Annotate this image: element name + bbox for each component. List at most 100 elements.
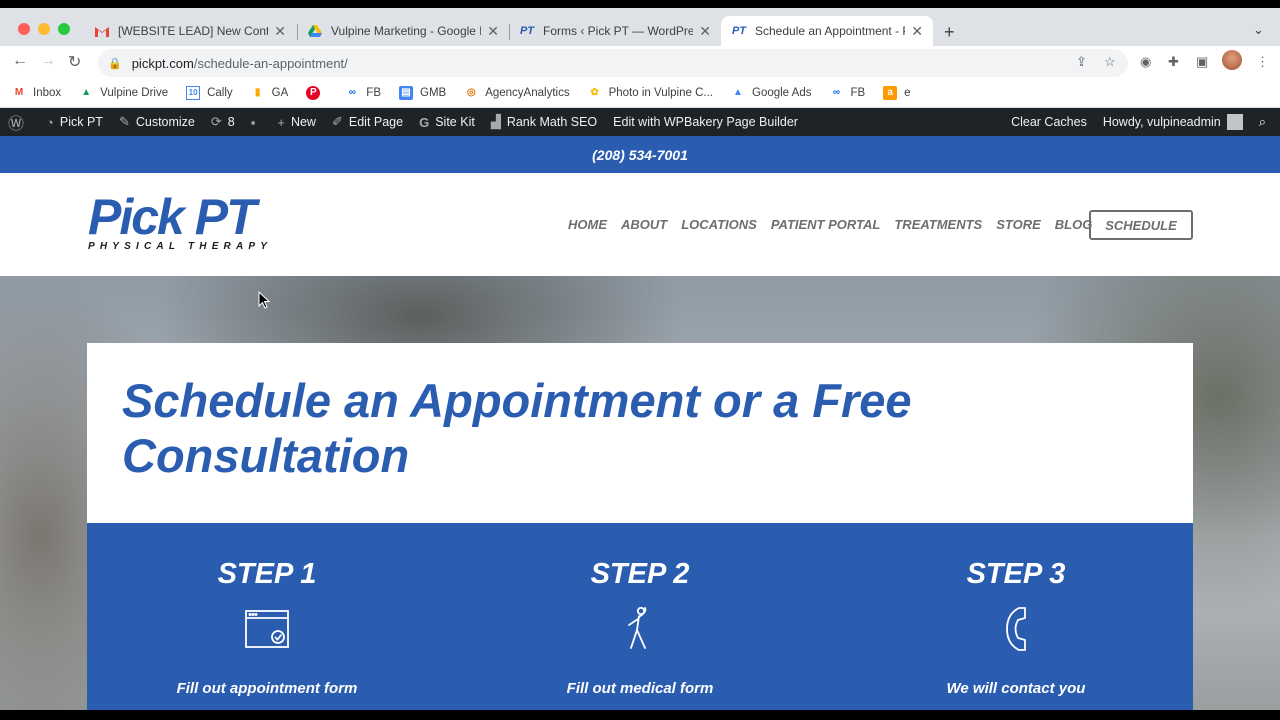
wp-rankmath-link[interactable]: ▟ Rank Math SEO (483, 114, 605, 130)
extensions-icon[interactable]: ✚ (1168, 54, 1179, 70)
browser-tab[interactable]: PT Forms ‹ Pick PT — WordPress ✕ (509, 16, 721, 46)
wp-sitekit-label: Site Kit (435, 115, 475, 129)
gmb-icon: ▤ (399, 85, 413, 100)
share-icon[interactable]: ⇪ (1076, 54, 1087, 70)
site-logo[interactable]: Pick PT PHYSICAL THERAPY (88, 191, 272, 252)
wp-updates-link[interactable]: ⟳ 8 (203, 114, 243, 130)
bookmarks-bar: M Inbox ▲ Vulpine Drive 10 Cally ▮ GA P ∞ FB … (0, 78, 1280, 108)
bookmark-label: Google Ads (752, 86, 812, 99)
close-tab-icon[interactable]: ✕ (911, 23, 923, 40)
wp-wpbakery-link[interactable]: Edit with WPBakery Page Builder (605, 115, 806, 129)
browser-tab[interactable]: [WEBSITE LEAD] New Contact ✕ (84, 16, 296, 46)
bookmark-item[interactable]: ▲ Google Ads (731, 86, 811, 100)
bookmark-item[interactable]: ▮ GA (251, 86, 289, 100)
bookmark-item[interactable]: 10 Cally (186, 85, 233, 100)
bookmark-item[interactable]: ▲ Vulpine Drive (79, 86, 168, 100)
comment-icon: ▪ (250, 114, 256, 130)
minimize-window-button[interactable] (38, 23, 50, 35)
plus-icon: + (277, 114, 285, 130)
nav-item-treatments[interactable]: TREATMENTS (894, 217, 982, 232)
meta-icon: ∞ (348, 87, 356, 98)
wp-new-label: New (290, 115, 316, 129)
gmail-icon (94, 23, 110, 39)
bookmark-item[interactable]: P (306, 85, 327, 100)
sidepanel-icon[interactable]: ▣ (1196, 54, 1208, 70)
nav-item-patient-portal[interactable]: PATIENT PORTAL (771, 217, 881, 232)
bookmark-label: Cally (207, 86, 233, 99)
wp-site-menu[interactable]: ◔ Pick PT (38, 115, 111, 130)
wp-customize-label: Customize (135, 115, 195, 129)
bookmark-item[interactable]: ∞ FB (345, 86, 381, 100)
bookmark-item[interactable]: ▤ GMB (399, 85, 447, 100)
close-tab-icon[interactable]: ✕ (274, 23, 286, 40)
profile-avatar[interactable] (1222, 50, 1242, 70)
wp-edit-page-link[interactable]: ✐ Edit Page (324, 114, 411, 130)
pt-icon: PT (519, 25, 535, 37)
step-description: Fill out appointment form (176, 680, 358, 697)
new-tab-icon[interactable]: + (944, 22, 955, 43)
nav-item-about[interactable]: ABOUT (621, 217, 667, 232)
wp-new-menu[interactable]: + New (269, 115, 324, 130)
brush-icon: ✎ (118, 114, 130, 129)
dashboard-icon: ◔ (46, 114, 54, 130)
close-tab-icon[interactable]: ✕ (487, 23, 499, 40)
site-header: Pick PT PHYSICAL THERAPY HOME ABOUT LOCA… (0, 173, 1280, 276)
nav-item-locations[interactable]: LOCATIONS (681, 217, 757, 232)
bookmark-item[interactable]: ae (883, 85, 911, 100)
step-3: STEP 3 We will contact you (836, 523, 1196, 697)
wp-account-menu[interactable]: Howdy, vulpineadmin (1095, 114, 1251, 130)
bookmark-label: FB (850, 86, 866, 99)
reload-icon[interactable]: ↻ (68, 52, 81, 72)
wp-admin-bar: Ⓦ ◔ Pick PT ✎ Customize ⟳ 8 ▪ + New ✐ Edit Pa… (0, 108, 1280, 136)
phone-link[interactable]: (208) 534-7001 (592, 147, 688, 163)
chevron-down-icon[interactable]: ⌄ (1253, 22, 1264, 38)
agencyanalytics-icon: ◎ (466, 87, 476, 98)
wp-customize-link[interactable]: ✎ Customize (111, 114, 203, 130)
avatar (1226, 114, 1243, 130)
pinterest-icon: P (306, 85, 321, 100)
wp-search-button[interactable]: ⌕ (1251, 114, 1280, 130)
bookmark-label: GA (271, 86, 289, 99)
bookmark-item[interactable]: ✿ Photo in Vulpine C... (588, 86, 713, 100)
browser-tab-active[interactable]: PT Schedule an Appointment - Pic ✕ (721, 16, 933, 46)
wordpress-icon: Ⓦ (8, 116, 25, 133)
address-bar[interactable]: 🔒 pickpt.com/schedule-an-appointment/ (98, 49, 1128, 77)
close-window-button[interactable] (18, 23, 30, 35)
wp-logo-menu[interactable]: Ⓦ (0, 110, 38, 134)
bookmark-item[interactable]: M Inbox (12, 86, 61, 100)
google-drive-icon (307, 23, 323, 39)
more-menu-icon[interactable]: ⋮ (1256, 54, 1269, 70)
logo-main-text: Pick PT (88, 189, 257, 245)
wp-sitekit-link[interactable]: G Site Kit (411, 115, 483, 130)
phone-icon (836, 604, 1196, 654)
bookmark-label: GMB (420, 86, 447, 99)
bookmark-label: Vulpine Drive (100, 86, 169, 99)
wp-comments-link[interactable]: ▪ (243, 115, 270, 130)
bookmark-item[interactable]: ◎ AgencyAnalytics (464, 86, 570, 100)
wp-edit-page-label: Edit Page (348, 115, 404, 129)
camera-icon[interactable]: ◉ (1140, 54, 1151, 70)
tab-title: [WEBSITE LEAD] New Contact (118, 24, 269, 38)
back-icon[interactable]: ← (12, 52, 28, 70)
schedule-button[interactable]: SCHEDULE (1089, 210, 1193, 240)
nav-item-store[interactable]: STORE (996, 217, 1041, 232)
bookmark-item[interactable]: ∞ FB (829, 86, 865, 100)
close-tab-icon[interactable]: ✕ (699, 23, 711, 40)
forward-icon[interactable]: → (40, 52, 56, 70)
wp-rankmath-label: Rank Math SEO (506, 115, 598, 129)
mouse-cursor (258, 290, 271, 314)
maximize-window-button[interactable] (58, 23, 70, 35)
step-title: STEP 1 (217, 558, 317, 590)
browser-tab[interactable]: Vulpine Marketing - Google Dri ✕ (297, 16, 509, 46)
rankmath-icon: ▟ (490, 114, 501, 129)
wp-clear-caches-link[interactable]: Clear Caches (1003, 115, 1095, 129)
wp-updates-count: 8 (227, 115, 235, 129)
person-stretch-icon (460, 604, 820, 654)
nav-item-home[interactable]: HOME (568, 217, 607, 232)
bookmark-star-icon[interactable]: ☆ (1104, 54, 1116, 70)
steps-section: STEP 1 Fill out appointment form STEP 2 … (87, 523, 1193, 710)
calendar-icon: 10 (186, 85, 201, 100)
nav-item-blog[interactable]: BLOG (1055, 217, 1093, 232)
gmail-icon: M (14, 87, 24, 98)
step-description: Fill out medical form (566, 680, 714, 697)
